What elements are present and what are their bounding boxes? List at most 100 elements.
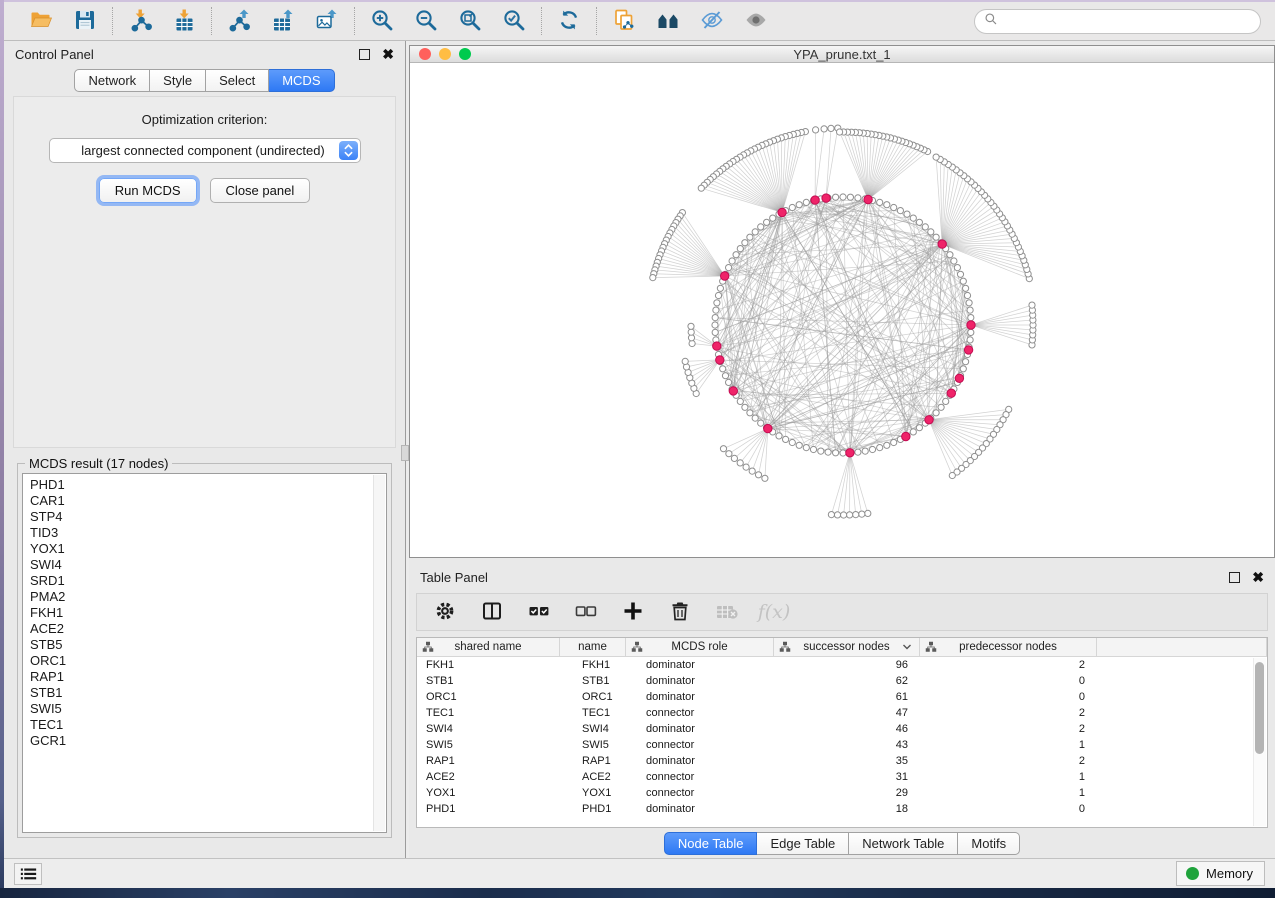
tab-node-table[interactable]: Node Table: [664, 832, 758, 855]
run-mcds-button[interactable]: Run MCDS: [99, 178, 197, 203]
float-window-icon[interactable]: [1229, 572, 1240, 583]
cell-filler: [1097, 737, 1267, 753]
import-table-button[interactable]: [170, 7, 198, 35]
mcds-result-item[interactable]: STB1: [30, 685, 386, 701]
mcds-result-item[interactable]: ORC1: [30, 653, 386, 669]
mcds-result-item[interactable]: CAR1: [30, 493, 386, 509]
column-header-shared-name[interactable]: shared name: [417, 638, 560, 656]
cell-successor-nodes: 43: [774, 737, 920, 753]
save-session-button[interactable]: [71, 7, 99, 35]
mcds-result-item[interactable]: GCR1: [30, 733, 386, 749]
table-scrollbar-thumb[interactable]: [1255, 662, 1264, 754]
network-canvas[interactable]: [410, 63, 1274, 557]
duplicate-network-button[interactable]: [610, 7, 638, 35]
optimization-criterion-select[interactable]: largest connected component (undirected): [49, 138, 361, 163]
tab-mcds[interactable]: MCDS: [269, 69, 334, 92]
export-network-button[interactable]: [225, 7, 253, 35]
mcds-result-item[interactable]: RAP1: [30, 669, 386, 685]
mcds-result-item[interactable]: YOX1: [30, 541, 386, 557]
mcds-result-item[interactable]: TID3: [30, 525, 386, 541]
mcds-result-item[interactable]: STP4: [30, 509, 386, 525]
import-network-button[interactable]: [126, 7, 154, 35]
mcds-result-item[interactable]: SWI5: [30, 701, 386, 717]
tab-network-table[interactable]: Network Table: [849, 832, 958, 855]
table-row[interactable]: ACE2ACE2connector311: [417, 769, 1267, 785]
table-row[interactable]: RAP1RAP1dominator352: [417, 753, 1267, 769]
mcds-result-item[interactable]: FKH1: [30, 605, 386, 621]
zoom-selected-button[interactable]: [500, 7, 528, 35]
table-settings-gear-button[interactable]: [432, 599, 458, 625]
tab-select[interactable]: Select: [206, 69, 269, 92]
cell-filler: [1097, 785, 1267, 801]
hide-graphics-details-button[interactable]: [698, 7, 726, 35]
add-column-button[interactable]: [620, 599, 646, 625]
memory-label: Memory: [1206, 866, 1253, 881]
maximize-traffic-light[interactable]: [459, 48, 471, 60]
cell-name: SWI5: [560, 737, 626, 753]
traffic-lights: [419, 48, 471, 60]
column-type-icon: [422, 641, 434, 656]
column-header-predecessor-nodes[interactable]: predecessor nodes: [920, 638, 1097, 656]
mcds-result-item[interactable]: ACE2: [30, 621, 386, 637]
tab-motifs[interactable]: Motifs: [958, 832, 1020, 855]
close-traffic-light[interactable]: [419, 48, 431, 60]
mcds-result-item[interactable]: TEC1: [30, 717, 386, 733]
network-graph[interactable]: [410, 63, 1274, 557]
mcds-result-item[interactable]: PHD1: [30, 477, 386, 493]
zoom-fit-button[interactable]: [456, 7, 484, 35]
optimization-criterion-label: Optimization criterion:: [14, 112, 395, 127]
zoom-out-button[interactable]: [412, 7, 440, 35]
table-row[interactable]: STB1STB1dominator620: [417, 673, 1267, 689]
tab-style[interactable]: Style: [150, 69, 206, 92]
column-visibility-button[interactable]: [479, 599, 505, 625]
refresh-button[interactable]: [555, 7, 583, 35]
mcds-list-scrollbar[interactable]: [373, 475, 385, 831]
mcds-result-item[interactable]: PMA2: [30, 589, 386, 605]
delete-table-button: [714, 599, 740, 625]
close-icon[interactable]: ✖: [1252, 570, 1264, 584]
toolbar-group: [355, 7, 541, 35]
close-icon[interactable]: ✖: [382, 47, 394, 61]
delete-column-button[interactable]: [667, 599, 693, 625]
float-window-icon[interactable]: [359, 49, 370, 60]
table-row[interactable]: FKH1FKH1dominator962: [417, 657, 1267, 673]
cell-mcds-role: dominator: [626, 673, 774, 689]
tab-edge-table[interactable]: Edge Table: [757, 832, 849, 855]
splitter-grip[interactable]: [401, 445, 409, 461]
table-row[interactable]: YOX1YOX1connector291: [417, 785, 1267, 801]
search-input[interactable]: [1003, 14, 1251, 29]
cell-shared-name: PHD1: [417, 801, 560, 817]
export-table-button[interactable]: [269, 7, 297, 35]
table-row[interactable]: SWI4SWI4dominator462: [417, 721, 1267, 737]
optimization-criterion-value: largest connected component (undirected): [50, 143, 339, 158]
memory-button[interactable]: Memory: [1176, 861, 1265, 886]
vertical-splitter[interactable]: [405, 41, 409, 858]
table-row[interactable]: TEC1TEC1connector472: [417, 705, 1267, 721]
column-header-mcds-role[interactable]: MCDS role: [626, 638, 774, 656]
mcds-result-item[interactable]: STB5: [30, 637, 386, 653]
deselect-all-rows-button[interactable]: [573, 599, 599, 625]
zoom-in-button[interactable]: [368, 7, 396, 35]
mcds-result-item[interactable]: SRD1: [30, 573, 386, 589]
zoom-fit-icon: [458, 8, 482, 35]
table-row[interactable]: ORC1ORC1dominator610: [417, 689, 1267, 705]
task-history-button[interactable]: [14, 863, 42, 885]
mcds-result-item[interactable]: SWI4: [30, 557, 386, 573]
table-row[interactable]: SWI5SWI5connector431: [417, 737, 1267, 753]
select-all-rows-button[interactable]: [526, 599, 552, 625]
close-panel-button[interactable]: Close panel: [210, 178, 311, 203]
cell-predecessor-nodes: 1: [920, 785, 1097, 801]
tab-network[interactable]: Network: [74, 69, 150, 92]
export-image-button[interactable]: [313, 7, 341, 35]
table-row[interactable]: PHD1PHD1dominator180: [417, 801, 1267, 817]
open-file-button[interactable]: [27, 7, 55, 35]
search-icon: [984, 12, 998, 31]
column-header-successor-nodes[interactable]: successor nodes: [774, 638, 920, 656]
column-header-name[interactable]: name: [560, 638, 626, 656]
cell-predecessor-nodes: 2: [920, 753, 1097, 769]
cell-predecessor-nodes: 0: [920, 689, 1097, 705]
minimize-traffic-light[interactable]: [439, 48, 451, 60]
toolbar-groups: [14, 7, 783, 35]
first-neighbors-button[interactable]: [654, 7, 682, 35]
show-graphics-details-button[interactable]: [742, 7, 770, 35]
